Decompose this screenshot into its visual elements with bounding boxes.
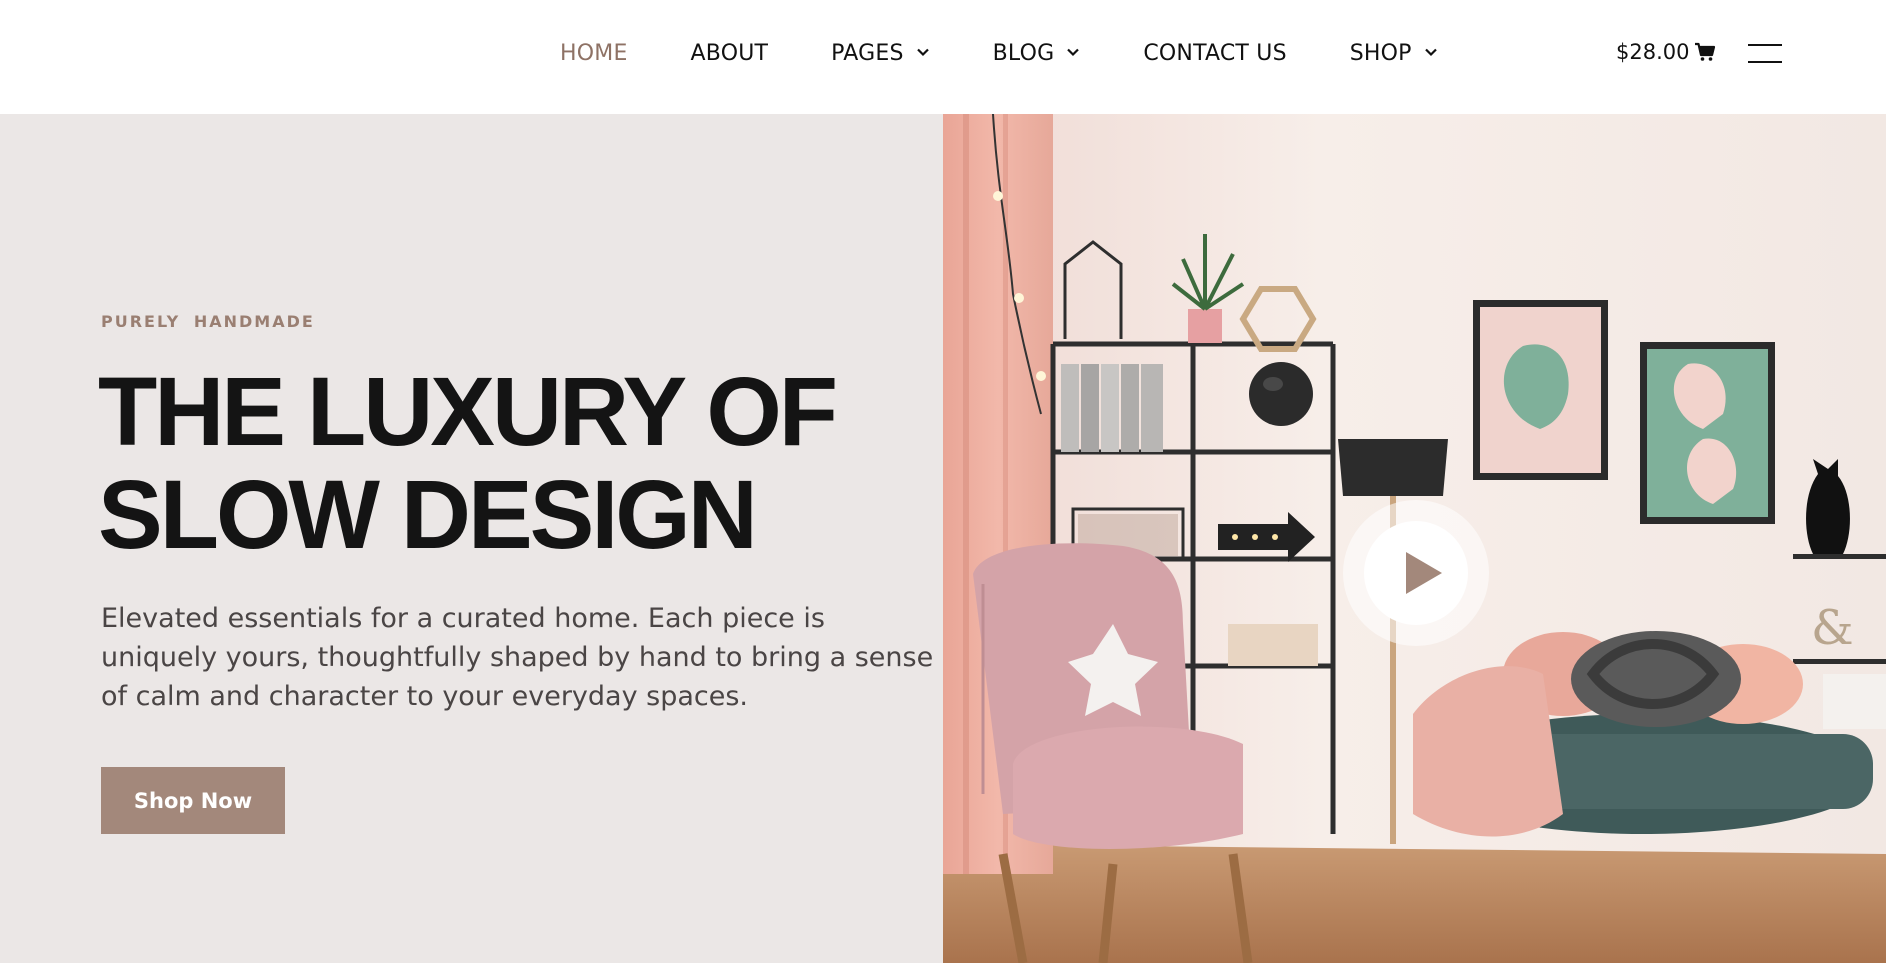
description-line: uniquely yours, thoughtfully shaped by h… [101,642,934,673]
hero-description: Elevated essentials for a curated home. … [101,599,934,716]
cart-button[interactable]: $28.00 [1616,40,1716,64]
nav-item-pages[interactable]: PAGES [831,41,929,66]
hamburger-menu-icon[interactable] [1748,44,1782,64]
nav-item-blog[interactable]: BLOG [993,41,1081,66]
chevron-down-icon [916,45,930,59]
hero-text-panel: PURELY HANDMADE THE LUXURY OF SLOW DESIG… [0,114,943,963]
site-header: HOME ABOUT PAGES BLOG CONTACT US SHOP $2… [0,0,1886,114]
cart-total: $28.00 [1616,40,1690,64]
nav-item-label: HOME [560,40,628,66]
nav-item-shop[interactable]: SHOP [1350,41,1438,66]
nav-item-label: CONTACT US [1143,40,1287,66]
shopping-cart-icon [1694,41,1716,63]
description-line: Elevated essentials for a curated home. … [101,603,825,634]
nav-item-about[interactable]: ABOUT [691,41,769,66]
headline-line: SLOW DESIGN [98,460,758,569]
hero-headline: THE LUXURY OF SLOW DESIGN [98,360,918,566]
play-video-button[interactable] [1343,500,1489,646]
chevron-down-icon [1066,45,1080,59]
svg-text:&: & [1811,600,1854,656]
nav-item-label: ABOUT [690,40,769,66]
nav-item-home[interactable]: HOME [560,41,628,66]
nav-item-contact-us[interactable]: CONTACT US [1143,41,1286,66]
hero-eyebrow: PURELY HANDMADE [101,312,315,331]
shop-now-button[interactable]: Shop Now [101,767,285,834]
chevron-down-icon [1424,45,1438,59]
headline-line: THE LUXURY OF [98,357,838,466]
play-button-inner [1364,521,1468,625]
description-line: of calm and character to your everyday s… [101,681,748,712]
play-icon [1406,552,1442,594]
nav-item-label: PAGES [831,40,904,66]
nav-item-label: SHOP [1349,40,1412,66]
main-nav: HOME ABOUT PAGES BLOG CONTACT US SHOP [560,38,1438,68]
nav-item-label: BLOG [992,40,1055,66]
